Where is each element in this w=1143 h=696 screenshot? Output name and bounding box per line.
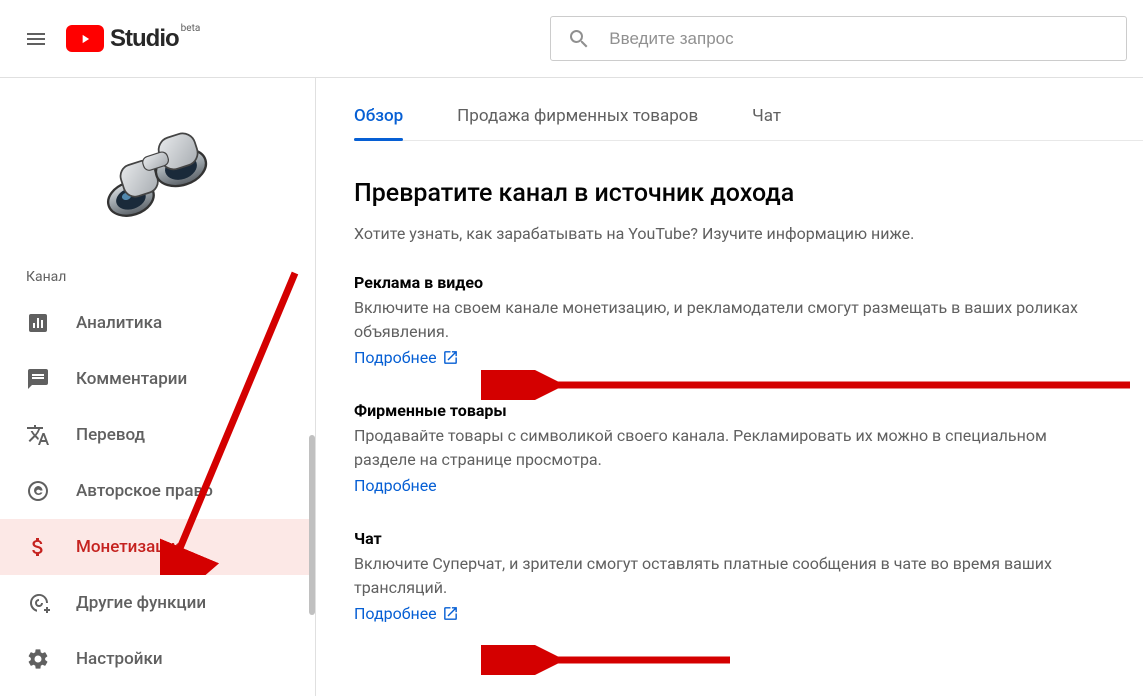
sidebar-item-label: Перевод <box>76 425 145 445</box>
tab-bar: Обзор Продажа фирменных товаров Чат <box>354 78 1143 141</box>
sidebar-item-label: Другие функции <box>76 593 206 613</box>
add-tool-icon <box>26 591 50 615</box>
sidebar-item-more-features[interactable]: Другие функции <box>0 575 315 631</box>
logo-text: Studio <box>110 25 179 53</box>
logo-beta-label: beta <box>181 23 201 34</box>
sidebar-item-label: Аналитика <box>76 313 162 333</box>
link-label: Подробнее <box>354 476 437 495</box>
external-link-icon <box>442 605 459 622</box>
link-label: Подробнее <box>354 604 437 623</box>
section-body: Включите Суперчат, и зрители смогут оста… <box>354 552 1103 600</box>
translate-icon <box>26 423 50 447</box>
section-merch: Фирменные товары Продавайте товары с сим… <box>354 401 1103 495</box>
youtube-studio-logo[interactable]: Studio beta <box>66 25 200 53</box>
learn-more-link[interactable]: Подробнее <box>354 348 459 367</box>
page-title: Превратите канал в источник дохода <box>354 179 1103 208</box>
analytics-icon <box>26 311 50 335</box>
sidebar-item-analytics[interactable]: Аналитика <box>0 295 315 351</box>
comments-icon <box>26 367 50 391</box>
sidebar-item-monetization[interactable]: Монетизация <box>0 519 315 575</box>
sidebar-item-label: Комментарии <box>76 369 187 389</box>
dollar-icon <box>26 535 50 559</box>
link-label: Подробнее <box>354 348 437 367</box>
section-ads: Реклама в видео Включите на своем канале… <box>354 273 1103 367</box>
sidebar-item-translate[interactable]: Перевод <box>0 407 315 463</box>
menu-icon[interactable] <box>16 19 56 59</box>
gear-icon <box>26 647 50 671</box>
scrollbar-thumb[interactable] <box>309 435 315 615</box>
copyright-icon <box>26 479 50 503</box>
learn-more-link[interactable]: Подробнее <box>354 604 459 623</box>
external-link-icon <box>442 349 459 366</box>
section-body: Продавайте товары с символикой своего ка… <box>354 424 1103 472</box>
tab-merch[interactable]: Продажа фирменных товаров <box>457 106 698 140</box>
learn-more-link[interactable]: Подробнее <box>354 476 437 495</box>
topbar: Studio beta <box>0 0 1143 78</box>
sidebar-item-copyright[interactable]: Авторское право <box>0 463 315 519</box>
section-heading: Чат <box>354 529 1103 548</box>
channel-avatar[interactable] <box>0 90 315 265</box>
search-box[interactable] <box>550 16 1127 61</box>
sidebar-item-label: Монетизация <box>76 537 185 557</box>
tab-overview[interactable]: Обзор <box>354 106 403 140</box>
youtube-play-icon <box>66 25 104 52</box>
sidebar-item-comments[interactable]: Комментарии <box>0 351 315 407</box>
tab-chat[interactable]: Чат <box>752 106 781 140</box>
page-lead: Хотите узнать, как зарабатывать на YouTu… <box>354 224 1103 243</box>
search-input[interactable] <box>609 29 1110 49</box>
search-icon <box>567 27 591 51</box>
sidebar-item-label: Настройки <box>76 649 163 669</box>
section-heading: Реклама в видео <box>354 273 1103 292</box>
binoculars-icon <box>83 105 233 255</box>
section-body: Включите на своем канале монетизацию, и … <box>354 296 1103 344</box>
sidebar-item-label: Авторское право <box>76 481 213 501</box>
main-content: Обзор Продажа фирменных товаров Чат Прев… <box>315 78 1143 696</box>
section-chat: Чат Включите Суперчат, и зрители смогут … <box>354 529 1103 623</box>
sidebar-section-label: Канал <box>0 265 315 295</box>
section-heading: Фирменные товары <box>354 401 1103 420</box>
sidebar: Канал Аналитика Комментарии Перевод Авто… <box>0 78 315 696</box>
sidebar-item-settings[interactable]: Настройки <box>0 631 315 687</box>
